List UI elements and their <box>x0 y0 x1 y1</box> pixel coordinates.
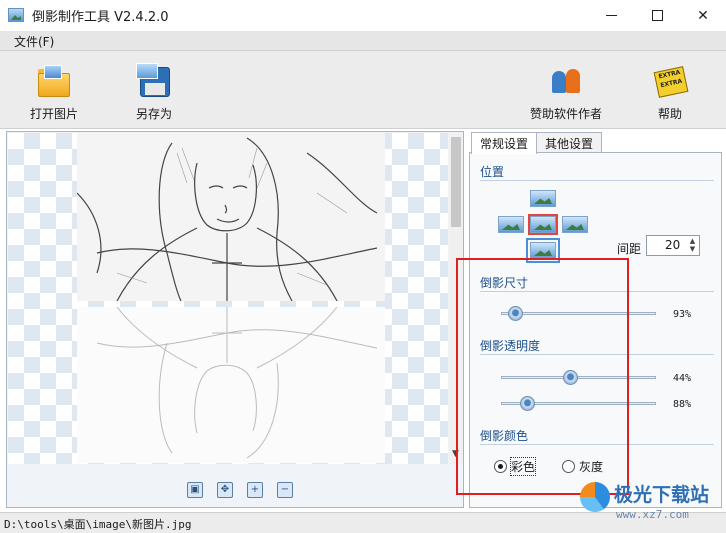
divider <box>480 444 714 445</box>
tab-general[interactable]: 常规设置 <box>471 132 538 154</box>
menu-file[interactable]: 文件(F) <box>14 33 54 50</box>
radio-label: 彩色 <box>509 457 537 476</box>
actual-size-icon[interactable]: ✥ <box>217 482 233 498</box>
position-bottom-button[interactable] <box>526 238 560 263</box>
help-book-icon: EXTRA EXTRA <box>652 63 689 99</box>
position-left-button[interactable] <box>498 216 524 233</box>
watermark-logo-icon <box>580 482 610 512</box>
help-label: 帮助 <box>657 107 682 121</box>
reflection-image <box>77 307 385 463</box>
slider-thumb[interactable] <box>563 370 579 385</box>
open-image-button[interactable]: 打开图片 <box>30 63 78 122</box>
close-icon: ✕ <box>697 7 709 24</box>
position-right-button[interactable] <box>562 216 588 233</box>
donate-label: 赞助软件作者 <box>530 107 603 121</box>
scroll-down-icon[interactable]: ▼ <box>452 449 459 459</box>
watermark-url: www.xz7.com <box>616 508 689 521</box>
settings-tabs: 常规设置 其他设置 <box>471 132 603 154</box>
position-top-button[interactable] <box>530 190 556 207</box>
image-preview-panel: ▼ ▣ ✥ + − <box>6 131 464 508</box>
open-image-label: 打开图片 <box>30 107 79 121</box>
zoom-in-icon[interactable]: + <box>247 482 263 498</box>
reflection-size-title: 倒影尺寸 <box>480 276 529 290</box>
file-path: D:\tools\桌面\image\新图片.jpg <box>4 518 192 531</box>
minimize-icon <box>605 15 617 16</box>
reflection-opacity-title: 倒影透明度 <box>480 339 541 353</box>
divider <box>480 354 714 355</box>
position-center-button[interactable] <box>528 214 558 235</box>
menu-bar: 文件(F) <box>0 31 726 51</box>
opacity-slider-2[interactable] <box>501 396 656 411</box>
open-folder-icon <box>36 63 72 99</box>
slider-thumb[interactable] <box>520 396 536 411</box>
reflection-size-slider[interactable] <box>501 306 656 321</box>
opacity-value-1: 44% <box>673 373 692 384</box>
watermark: 极光下载站 www.xz7.com <box>580 478 722 528</box>
gap-value: 20 <box>665 238 681 252</box>
maximize-icon <box>651 10 663 21</box>
close-button[interactable]: ✕ <box>680 0 726 31</box>
divider <box>480 291 714 292</box>
watermark-brand: 极光下载站 <box>614 484 710 506</box>
scrollbar-thumb[interactable] <box>451 137 461 227</box>
gap-label: 间距 <box>617 242 642 256</box>
maximize-button[interactable] <box>634 0 680 31</box>
tab-other[interactable]: 其他设置 <box>536 132 603 153</box>
app-icon <box>8 8 24 22</box>
color-radio-grayscale[interactable]: 灰度 <box>562 458 603 475</box>
settings-panel: 常规设置 其他设置 位置 间距 20 ▲ ▼ 倒影尺寸 93% 倒影透明度 44% <box>469 131 722 508</box>
general-settings-body: 位置 间距 20 ▲ ▼ 倒影尺寸 93% 倒影透明度 44% 88% 倒影颜色… <box>469 152 722 508</box>
position-group-title: 位置 <box>480 165 505 179</box>
opacity-value-2: 88% <box>673 399 692 410</box>
gap-spinbox[interactable]: 20 ▲ ▼ <box>646 235 700 256</box>
source-image <box>77 133 385 301</box>
save-as-label: 另存为 <box>136 107 173 121</box>
preview-vertical-scrollbar[interactable]: ▼ <box>449 133 463 464</box>
radio-unchecked-icon[interactable] <box>562 460 575 473</box>
zoom-out-icon[interactable]: − <box>277 482 293 498</box>
people-icon <box>548 63 584 99</box>
title-bar: 倒影制作工具 V2.4.2.0 ✕ <box>0 0 726 31</box>
toolbar: 打开图片 另存为 赞助软件作者 EXTRA EXTRA 帮助 <box>0 51 726 129</box>
slider-thumb[interactable] <box>508 306 524 321</box>
window-title: 倒影制作工具 V2.4.2.0 <box>32 10 169 25</box>
color-radio-colored[interactable]: 彩色 <box>494 457 537 476</box>
save-as-button[interactable]: 另存为 <box>136 63 172 122</box>
reflection-color-title: 倒影颜色 <box>480 429 529 443</box>
fit-to-window-icon[interactable]: ▣ <box>187 482 203 498</box>
help-button[interactable]: EXTRA EXTRA 帮助 <box>652 63 689 122</box>
minimize-button[interactable] <box>588 0 634 31</box>
radio-label: 灰度 <box>579 460 604 474</box>
divider <box>480 180 714 181</box>
opacity-slider-1[interactable] <box>501 370 656 385</box>
donate-button[interactable]: 赞助软件作者 <box>530 63 602 122</box>
spin-arrows-icon[interactable]: ▲ ▼ <box>687 237 698 254</box>
radio-checked-icon[interactable] <box>494 460 507 473</box>
zoom-toolbar: ▣ ✥ + − <box>187 482 293 498</box>
save-disk-icon <box>136 63 172 99</box>
reflection-size-value: 93% <box>673 309 692 320</box>
